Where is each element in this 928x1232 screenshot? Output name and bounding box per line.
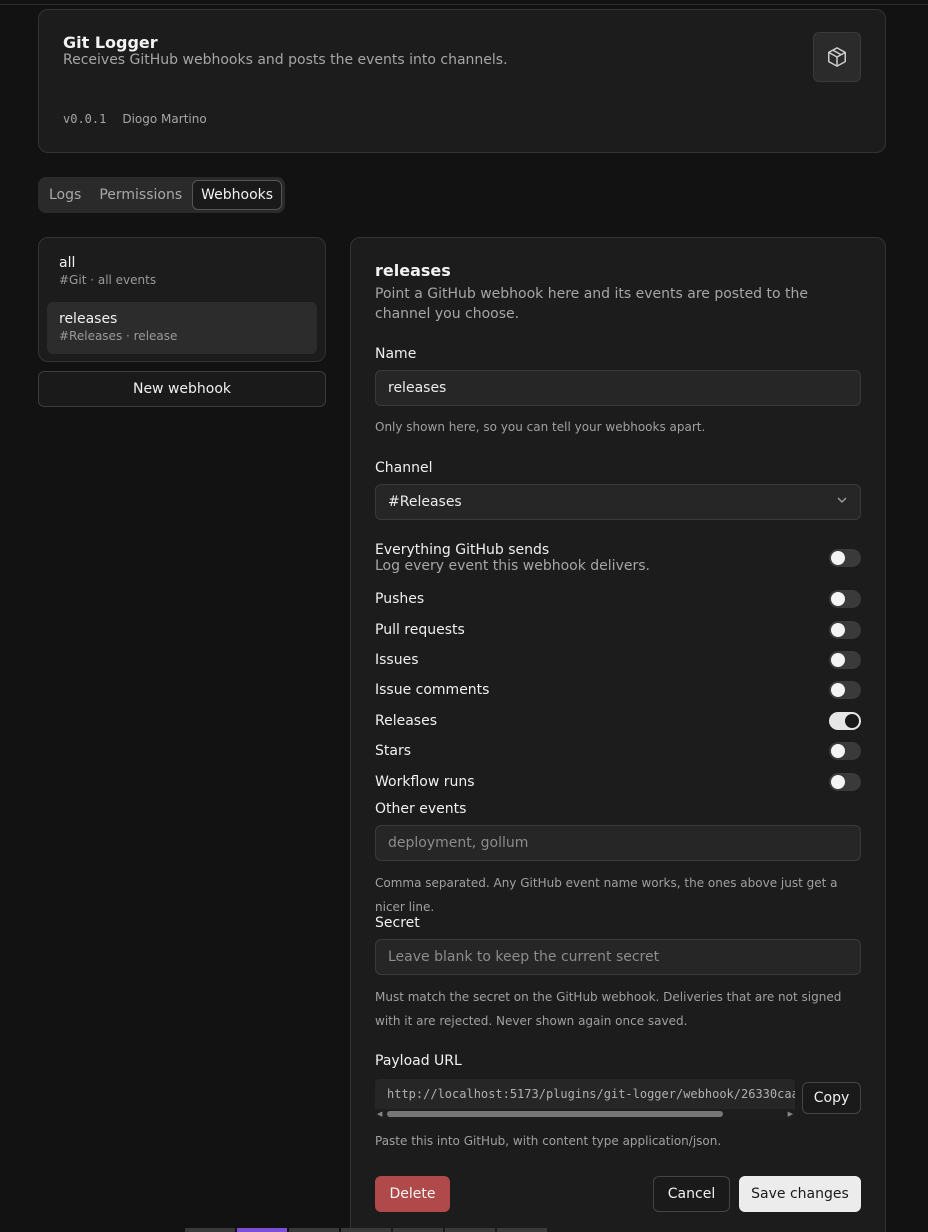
cancel-button[interactable]: Cancel xyxy=(653,1176,730,1212)
event-label: Issues xyxy=(375,652,419,668)
channel-label: Channel xyxy=(375,460,433,476)
event-label: Stars xyxy=(375,743,412,759)
secret-label: Secret xyxy=(375,915,420,931)
plugin-title: Git Logger xyxy=(63,33,158,52)
taskbar-segment xyxy=(445,1228,495,1232)
other-events-help: Comma separated. Any GitHub event name w… xyxy=(375,876,838,914)
channel-select[interactable]: #Releases xyxy=(375,484,861,520)
channel-value: #Releases xyxy=(388,494,462,510)
event-row-releases: Releases xyxy=(375,712,861,730)
pull-requests-toggle[interactable] xyxy=(829,621,861,639)
other-events-input[interactable] xyxy=(375,825,861,861)
delete-button[interactable]: Delete xyxy=(375,1176,450,1212)
package-icon xyxy=(813,32,861,82)
detail-title: releases xyxy=(375,261,451,280)
new-webhook-button[interactable]: New webhook xyxy=(38,371,326,407)
tab-logs[interactable]: Logs xyxy=(41,180,89,210)
event-row-stars: Stars xyxy=(375,742,861,760)
webhook-list: all #Git · all events releases #Releases… xyxy=(38,237,326,362)
taskbar-segment xyxy=(497,1228,547,1232)
plugin-author: Diogo Martino xyxy=(122,112,207,126)
webhook-subtitle: #Git · all events xyxy=(59,273,157,287)
event-label: Pushes xyxy=(375,591,425,607)
everything-toggle[interactable] xyxy=(829,549,861,567)
payload-url-box[interactable]: http://localhost:5173/plugins/git-logger… xyxy=(375,1079,795,1119)
payload-url: http://localhost:5173/plugins/git-logger… xyxy=(387,1087,795,1101)
name-input[interactable] xyxy=(375,370,861,406)
webhook-item-releases[interactable]: releases #Releases · release xyxy=(47,302,317,354)
detail-description: Point a GitHub webhook here and its even… xyxy=(375,286,809,322)
scrollbar-thumb[interactable] xyxy=(387,1111,723,1117)
taskbar-segment xyxy=(237,1228,287,1232)
workflow-runs-toggle[interactable] xyxy=(829,773,861,791)
webhook-name: releases xyxy=(59,311,118,327)
top-divider xyxy=(0,4,928,5)
event-label: Workflow runs xyxy=(375,774,475,790)
tab-bar: Logs Permissions Webhooks xyxy=(38,177,286,213)
everything-text: Everything GitHub sends Log every event … xyxy=(375,542,650,574)
name-label: Name xyxy=(375,346,417,362)
issue-comments-toggle[interactable] xyxy=(829,681,861,699)
taskbar-segment xyxy=(289,1228,339,1232)
payload-scrollbar[interactable]: ◀ ▶ xyxy=(375,1109,795,1119)
releases-toggle[interactable] xyxy=(829,712,861,730)
payload-help: Paste this into GitHub, with content typ… xyxy=(375,1134,722,1148)
tab-permissions[interactable]: Permissions xyxy=(91,180,190,210)
pushes-toggle[interactable] xyxy=(829,590,861,608)
taskbar-hint xyxy=(185,1228,547,1232)
scroll-left-icon[interactable]: ◀ xyxy=(377,1110,382,1118)
webhook-name: all xyxy=(59,255,76,271)
plugin-version: v0.0.1 xyxy=(63,112,107,126)
plugin-card: Git Logger Receives GitHub webhooks and … xyxy=(38,9,886,153)
webhook-subtitle: #Releases · release xyxy=(59,329,178,343)
plugin-meta: v0.0.1 Diogo Martino xyxy=(63,112,207,126)
chevron-down-icon xyxy=(836,485,848,519)
event-row-workflow-runs: Workflow runs xyxy=(375,773,861,791)
event-row-issues: Issues xyxy=(375,651,861,669)
stars-toggle[interactable] xyxy=(829,742,861,760)
taskbar-segment xyxy=(341,1228,391,1232)
event-row-issue-comments: Issue comments xyxy=(375,681,861,699)
payload-url-label: Payload URL xyxy=(375,1053,462,1069)
webhook-detail-panel: releases Point a GitHub webhook here and… xyxy=(350,237,886,1232)
secret-input[interactable] xyxy=(375,939,861,975)
event-row-pushes: Pushes xyxy=(375,590,861,608)
issues-toggle[interactable] xyxy=(829,651,861,669)
event-label: Issue comments xyxy=(375,682,490,698)
taskbar-segment xyxy=(393,1228,443,1232)
event-label: Pull requests xyxy=(375,622,465,638)
save-changes-button[interactable]: Save changes xyxy=(739,1176,861,1212)
secret-help: Must match the secret on the GitHub webh… xyxy=(375,990,842,1028)
taskbar-segment xyxy=(185,1228,235,1232)
name-help: Only shown here, so you can tell your we… xyxy=(375,420,706,434)
everything-description: Log every event this webhook delivers. xyxy=(375,558,650,574)
everything-label: Everything GitHub sends xyxy=(375,542,550,558)
webhook-item-all[interactable]: all #Git · all events xyxy=(47,246,317,298)
other-events-label: Other events xyxy=(375,801,467,817)
copy-button[interactable]: Copy xyxy=(802,1082,861,1114)
scroll-right-icon[interactable]: ▶ xyxy=(788,1110,793,1118)
event-label: Releases xyxy=(375,713,437,729)
event-row-pull-requests: Pull requests xyxy=(375,621,861,639)
everything-row: Everything GitHub sends Log every event … xyxy=(375,542,861,574)
plugin-description: Receives GitHub webhooks and posts the e… xyxy=(63,52,508,68)
tab-webhooks[interactable]: Webhooks xyxy=(192,180,283,210)
